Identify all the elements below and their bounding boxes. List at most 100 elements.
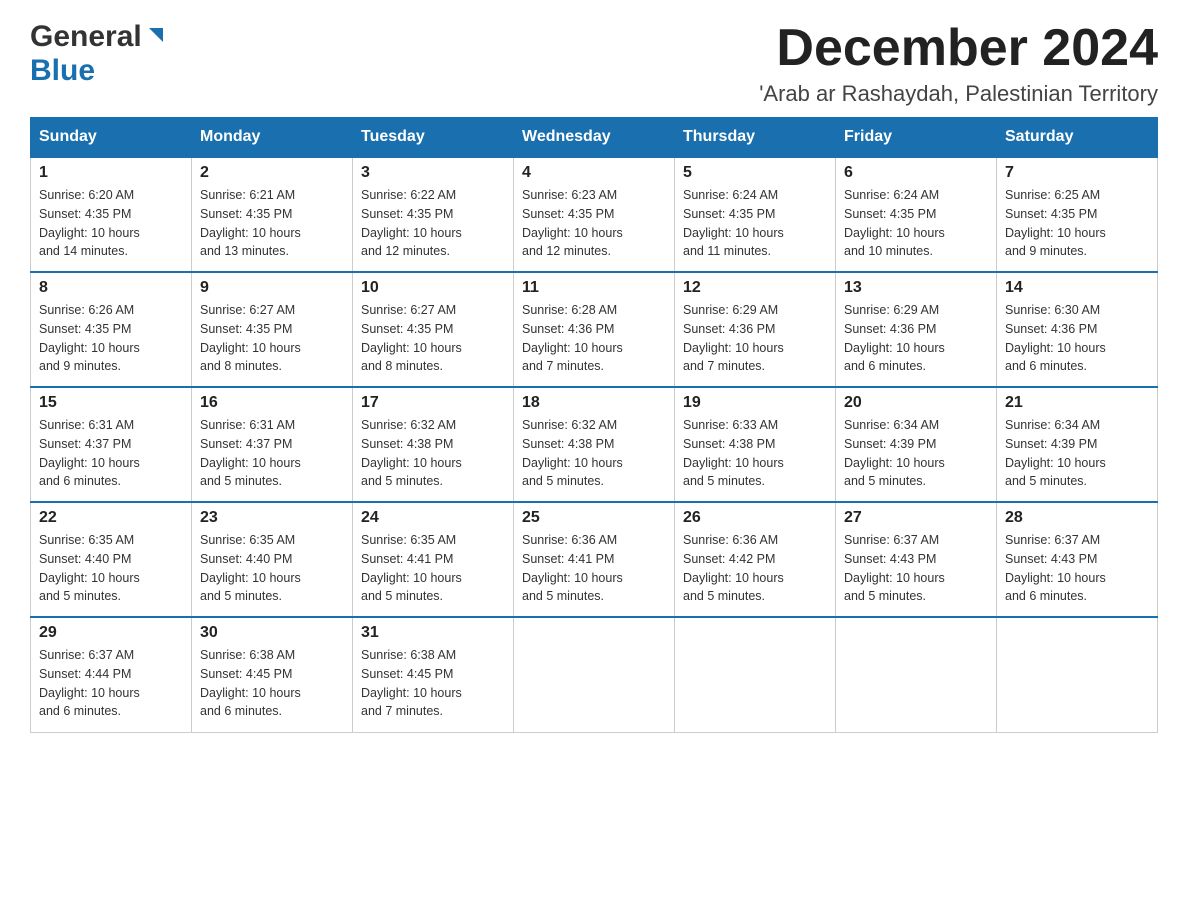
logo-arrow-icon: [145, 24, 167, 51]
day-info: Sunrise: 6:35 AMSunset: 4:40 PMDaylight:…: [200, 531, 344, 606]
logo: General Blue: [30, 20, 167, 88]
day-number: 30: [200, 624, 344, 642]
logo-general: General: [30, 20, 142, 54]
calendar-cell: 19 Sunrise: 6:33 AMSunset: 4:38 PMDayligh…: [675, 387, 836, 502]
day-info: Sunrise: 6:27 AMSunset: 4:35 PMDaylight:…: [200, 301, 344, 376]
weekday-header-saturday: Saturday: [997, 118, 1158, 158]
calendar-table: SundayMondayTuesdayWednesdayThursdayFrid…: [30, 117, 1158, 733]
calendar-cell: [997, 617, 1158, 732]
day-info: Sunrise: 6:23 AMSunset: 4:35 PMDaylight:…: [522, 186, 666, 261]
calendar-cell: 11 Sunrise: 6:28 AMSunset: 4:36 PMDayligh…: [514, 272, 675, 387]
day-info: Sunrise: 6:35 AMSunset: 4:41 PMDaylight:…: [361, 531, 505, 606]
day-info: Sunrise: 6:24 AMSunset: 4:35 PMDaylight:…: [844, 186, 988, 261]
calendar-cell: 18 Sunrise: 6:32 AMSunset: 4:38 PMDayligh…: [514, 387, 675, 502]
day-info: Sunrise: 6:27 AMSunset: 4:35 PMDaylight:…: [361, 301, 505, 376]
day-number: 13: [844, 279, 988, 297]
day-number: 31: [361, 624, 505, 642]
weekday-header-sunday: Sunday: [31, 118, 192, 158]
weekday-header-wednesday: Wednesday: [514, 118, 675, 158]
calendar-cell: 26 Sunrise: 6:36 AMSunset: 4:42 PMDayligh…: [675, 502, 836, 617]
day-info: Sunrise: 6:20 AMSunset: 4:35 PMDaylight:…: [39, 186, 183, 261]
calendar-cell: 2 Sunrise: 6:21 AMSunset: 4:35 PMDaylight…: [192, 157, 353, 272]
calendar-cell: 7Sunrise: 6:25 AMSunset: 4:35 PMDaylight…: [997, 157, 1158, 272]
day-info: Sunrise: 6:37 AMSunset: 4:44 PMDaylight:…: [39, 646, 183, 721]
calendar-cell: 4 Sunrise: 6:23 AMSunset: 4:35 PMDaylight…: [514, 157, 675, 272]
calendar-cell: 6 Sunrise: 6:24 AMSunset: 4:35 PMDaylight…: [836, 157, 997, 272]
day-number: 26: [683, 509, 827, 527]
calendar-cell: 25 Sunrise: 6:36 AMSunset: 4:41 PMDayligh…: [514, 502, 675, 617]
weekday-header-row: SundayMondayTuesdayWednesdayThursdayFrid…: [31, 118, 1158, 158]
day-number: 11: [522, 279, 666, 297]
calendar-cell: 20 Sunrise: 6:34 AMSunset: 4:39 PMDayligh…: [836, 387, 997, 502]
calendar-cell: 10 Sunrise: 6:27 AMSunset: 4:35 PMDayligh…: [353, 272, 514, 387]
day-number: 6: [844, 164, 988, 182]
day-info: Sunrise: 6:33 AMSunset: 4:38 PMDaylight:…: [683, 416, 827, 491]
day-number: 21: [1005, 394, 1149, 412]
day-info: Sunrise: 6:22 AMSunset: 4:35 PMDaylight:…: [361, 186, 505, 261]
day-number: 17: [361, 394, 505, 412]
week-row-5: 29 Sunrise: 6:37 AMSunset: 4:44 PMDayligh…: [31, 617, 1158, 732]
calendar-cell: 31Sunrise: 6:38 AMSunset: 4:45 PMDayligh…: [353, 617, 514, 732]
day-info: Sunrise: 6:21 AMSunset: 4:35 PMDaylight:…: [200, 186, 344, 261]
day-number: 10: [361, 279, 505, 297]
calendar-cell: [836, 617, 997, 732]
calendar-cell: 22Sunrise: 6:35 AMSunset: 4:40 PMDayligh…: [31, 502, 192, 617]
day-number: 14: [1005, 279, 1149, 297]
day-info: Sunrise: 6:32 AMSunset: 4:38 PMDaylight:…: [361, 416, 505, 491]
calendar-cell: 15 Sunrise: 6:31 AMSunset: 4:37 PMDayligh…: [31, 387, 192, 502]
day-number: 18: [522, 394, 666, 412]
weekday-header-tuesday: Tuesday: [353, 118, 514, 158]
week-row-3: 15 Sunrise: 6:31 AMSunset: 4:37 PMDayligh…: [31, 387, 1158, 502]
month-year: December 2024: [759, 20, 1158, 77]
day-number: 3: [361, 164, 505, 182]
week-row-2: 8Sunrise: 6:26 AMSunset: 4:35 PMDaylight…: [31, 272, 1158, 387]
day-number: 29: [39, 624, 183, 642]
day-info: Sunrise: 6:36 AMSunset: 4:41 PMDaylight:…: [522, 531, 666, 606]
day-number: 24: [361, 509, 505, 527]
calendar-cell: 9Sunrise: 6:27 AMSunset: 4:35 PMDaylight…: [192, 272, 353, 387]
weekday-header-monday: Monday: [192, 118, 353, 158]
calendar-cell: 24 Sunrise: 6:35 AMSunset: 4:41 PMDayligh…: [353, 502, 514, 617]
day-info: Sunrise: 6:26 AMSunset: 4:35 PMDaylight:…: [39, 301, 183, 376]
day-info: Sunrise: 6:31 AMSunset: 4:37 PMDaylight:…: [39, 416, 183, 491]
weekday-header-friday: Friday: [836, 118, 997, 158]
day-number: 25: [522, 509, 666, 527]
calendar-cell: 14Sunrise: 6:30 AMSunset: 4:36 PMDayligh…: [997, 272, 1158, 387]
calendar-cell: 29 Sunrise: 6:37 AMSunset: 4:44 PMDayligh…: [31, 617, 192, 732]
calendar-cell: 30 Sunrise: 6:38 AMSunset: 4:45 PMDayligh…: [192, 617, 353, 732]
calendar-cell: 27Sunrise: 6:37 AMSunset: 4:43 PMDayligh…: [836, 502, 997, 617]
weekday-header-thursday: Thursday: [675, 118, 836, 158]
calendar-cell: 5Sunrise: 6:24 AMSunset: 4:35 PMDaylight…: [675, 157, 836, 272]
day-info: Sunrise: 6:36 AMSunset: 4:42 PMDaylight:…: [683, 531, 827, 606]
day-info: Sunrise: 6:34 AMSunset: 4:39 PMDaylight:…: [844, 416, 988, 491]
calendar-cell: 8Sunrise: 6:26 AMSunset: 4:35 PMDaylight…: [31, 272, 192, 387]
day-info: Sunrise: 6:28 AMSunset: 4:36 PMDaylight:…: [522, 301, 666, 376]
day-info: Sunrise: 6:32 AMSunset: 4:38 PMDaylight:…: [522, 416, 666, 491]
calendar-cell: 3 Sunrise: 6:22 AMSunset: 4:35 PMDaylight…: [353, 157, 514, 272]
logo-blue: Blue: [30, 54, 95, 88]
header: General Blue December 2024 'Arab ar Rash…: [30, 20, 1158, 107]
day-info: Sunrise: 6:29 AMSunset: 4:36 PMDaylight:…: [844, 301, 988, 376]
day-number: 15: [39, 394, 183, 412]
day-info: Sunrise: 6:37 AMSunset: 4:43 PMDaylight:…: [1005, 531, 1149, 606]
day-number: 16: [200, 394, 344, 412]
calendar-cell: [675, 617, 836, 732]
calendar-cell: 13 Sunrise: 6:29 AMSunset: 4:36 PMDayligh…: [836, 272, 997, 387]
day-number: 1: [39, 164, 183, 182]
day-number: 7: [1005, 164, 1149, 182]
calendar-cell: 21Sunrise: 6:34 AMSunset: 4:39 PMDayligh…: [997, 387, 1158, 502]
day-number: 2: [200, 164, 344, 182]
day-number: 19: [683, 394, 827, 412]
day-number: 4: [522, 164, 666, 182]
title-area: December 2024 'Arab ar Rashaydah, Palest…: [759, 20, 1158, 107]
day-info: Sunrise: 6:38 AMSunset: 4:45 PMDaylight:…: [200, 646, 344, 721]
day-number: 20: [844, 394, 988, 412]
day-info: Sunrise: 6:29 AMSunset: 4:36 PMDaylight:…: [683, 301, 827, 376]
calendar-cell: 1 Sunrise: 6:20 AMSunset: 4:35 PMDaylight…: [31, 157, 192, 272]
week-row-1: 1 Sunrise: 6:20 AMSunset: 4:35 PMDaylight…: [31, 157, 1158, 272]
day-info: Sunrise: 6:35 AMSunset: 4:40 PMDaylight:…: [39, 531, 183, 606]
calendar-cell: 23Sunrise: 6:35 AMSunset: 4:40 PMDayligh…: [192, 502, 353, 617]
day-number: 5: [683, 164, 827, 182]
calendar-cell: [514, 617, 675, 732]
location: 'Arab ar Rashaydah, Palestinian Territor…: [759, 81, 1158, 107]
